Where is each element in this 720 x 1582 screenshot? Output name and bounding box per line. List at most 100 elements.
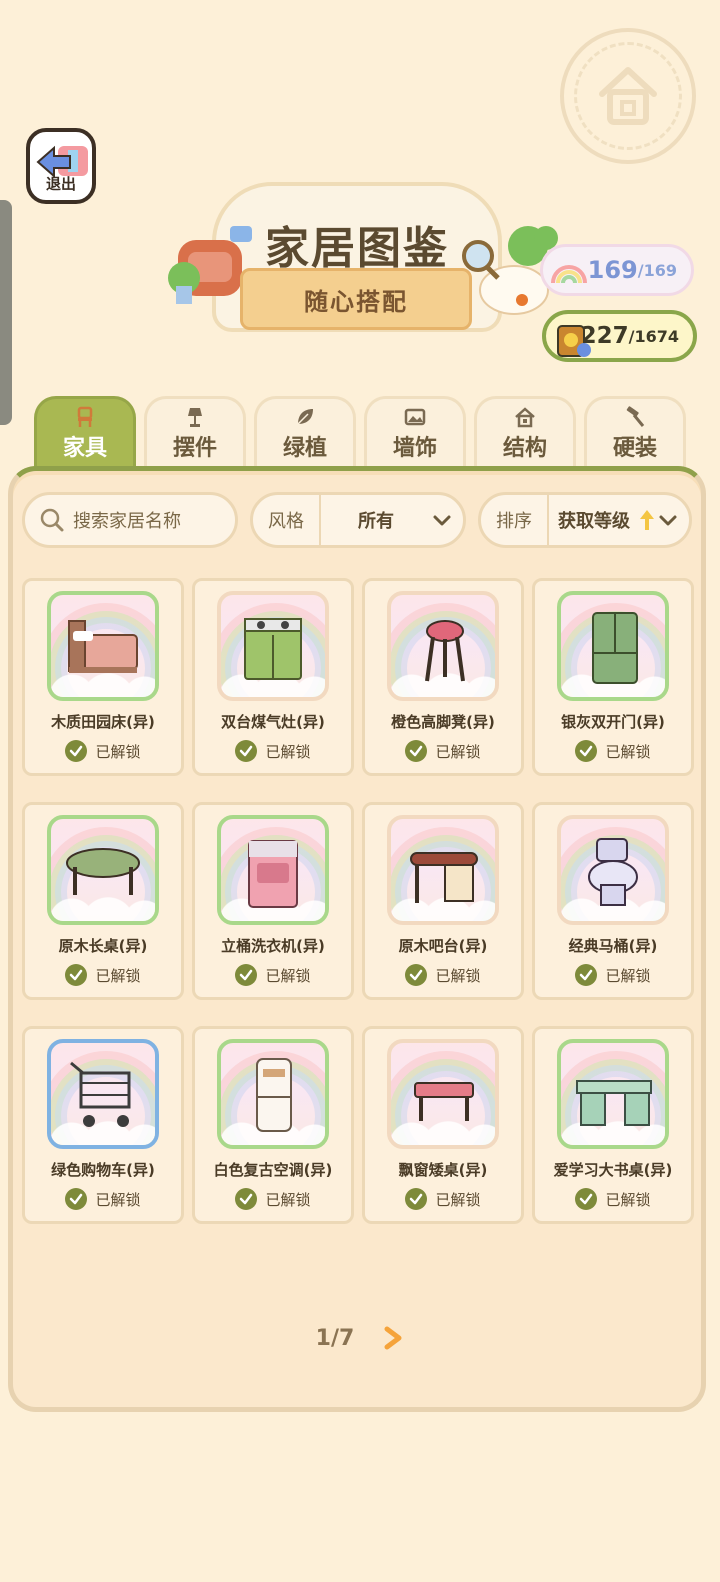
unlock-status: 已解锁 [65,740,141,762]
sort-dropdown[interactable]: 排序 获取等级 [478,492,692,548]
stool-icon [425,620,465,682]
low-table-icon [414,1082,474,1121]
category-tabs: 家具 摆件 绿植 墙饰 结构 硬装 [34,396,686,468]
status-text: 已解锁 [265,966,311,985]
unlock-status: 已解锁 [575,964,651,986]
item-thumbnail [557,815,669,925]
search-input[interactable]: 搜索家居名称 [22,492,238,548]
side-edge-handle[interactable] [0,200,12,425]
tab-plants[interactable]: 绿植 [254,396,356,468]
page-title: 家居图鉴 [265,223,449,274]
furniture-card[interactable]: 白色复古空调(异) 已解锁 [192,1026,354,1224]
status-text: 已解锁 [605,1190,651,1209]
item-name: 银灰双开门(异) [561,713,665,731]
cart-icon [70,1061,131,1127]
search-icon [40,508,64,532]
check-icon [235,964,258,986]
item-thumbnail [217,1039,329,1149]
style-value: 所有 [358,511,394,532]
unlock-status: 已解锁 [65,1188,141,1210]
item-name: 立桶洗衣机(异) [221,937,325,955]
unlock-status: 已解锁 [405,964,481,986]
subtitle-ribbon: 随心搭配 [240,268,472,330]
furniture-card[interactable]: 绿色购物车(异) 已解锁 [22,1026,184,1224]
tab-label: 结构 [502,435,547,461]
sort-ascending-icon [640,510,654,530]
item-name: 原木长桌(异) [58,937,148,955]
status-text: 已解锁 [95,1190,141,1209]
exit-button[interactable]: 退出 [26,128,96,204]
furniture-card[interactable]: 原木长桌(异) 已解锁 [22,802,184,1000]
item-name: 经典马桶(异) [568,937,658,955]
item-thumbnail [47,815,159,925]
unlock-status: 已解锁 [575,740,651,762]
next-page-arrow-icon[interactable] [382,1326,404,1350]
filter-bar: 搜索家居名称 风格 所有 排序 获取等级 [22,490,694,550]
bar-counter-icon [410,852,478,903]
item-thumbnail [47,1039,159,1149]
book-coin-icon [557,325,591,357]
lamp-icon [188,407,202,427]
tab-label: 绿植 [282,435,327,461]
item-thumbnail [387,1039,499,1149]
sort-value: 获取等级 [558,511,630,532]
furniture-card[interactable]: 橙色高脚凳(异) 已解锁 [362,578,524,776]
item-thumbnail [217,591,329,701]
status-text: 已解锁 [95,966,141,985]
stove-icon [244,618,302,680]
style-label: 风格 [253,495,321,545]
tab-furniture[interactable]: 家具 [34,396,136,468]
item-name: 爱学习大书桌(异) [553,1161,673,1179]
furniture-card[interactable]: 爱学习大书桌(异) 已解锁 [532,1026,694,1224]
tab-ornaments[interactable]: 摆件 [144,396,246,468]
item-thumbnail [217,815,329,925]
hammer-icon [626,405,645,427]
unlock-status: 已解锁 [575,1188,651,1210]
check-icon [235,1188,258,1210]
furniture-card[interactable]: 银灰双开门(异) 已解锁 [532,578,694,776]
tab-hardware[interactable]: 硬装 [584,396,686,468]
tab-wall-decor[interactable]: 墙饰 [364,396,466,468]
check-icon [65,1188,88,1210]
leaf-icon [297,408,313,425]
furniture-card[interactable]: 双台煤气灶(异) 已解锁 [192,578,354,776]
tab-label: 硬装 [612,435,657,461]
rainbow-icon [551,265,587,284]
chevron-down-icon [659,515,677,526]
status-text: 已解锁 [95,742,141,761]
chevron-down-icon [433,515,451,526]
style-dropdown[interactable]: 风格 所有 [250,492,466,548]
furniture-card[interactable]: 木质田园床(异) 已解锁 [22,578,184,776]
check-icon [65,740,88,762]
furniture-card[interactable]: 立桶洗衣机(异) 已解锁 [192,802,354,1000]
item-name: 双台煤气灶(异) [221,713,325,731]
item-name: 橙色高脚凳(异) [391,713,495,731]
pagination: 1/7 [0,1320,720,1356]
item-name: 原木吧台(异) [398,937,488,955]
item-thumbnail [557,1039,669,1149]
item-name: 飘窗矮桌(异) [398,1161,488,1179]
energy-max: /169 [637,260,677,280]
check-icon [65,964,88,986]
item-name: 木质田园床(异) [51,713,155,731]
item-thumbnail [387,815,499,925]
check-icon [405,1188,428,1210]
status-text: 已解锁 [265,1190,311,1209]
table-icon [66,848,140,895]
furniture-card[interactable]: 经典马桶(异) 已解锁 [532,802,694,1000]
check-icon [235,740,258,762]
status-text: 已解锁 [265,742,311,761]
check-icon [575,1188,598,1210]
furniture-card[interactable]: 原木吧台(异) 已解锁 [362,802,524,1000]
collection-counter: 1227/1674 [542,310,697,362]
tab-structure[interactable]: 结构 [474,396,576,468]
collection-max: /1674 [628,326,679,346]
bed-icon [68,620,138,673]
check-icon [405,740,428,762]
furniture-card[interactable]: 飘窗矮桌(异) 已解锁 [362,1026,524,1224]
tab-label: 家具 [62,435,107,461]
house-icon [515,406,535,427]
exit-label: 退出 [45,175,76,193]
sort-label: 排序 [481,495,549,545]
item-name: 绿色购物车(异) [51,1161,155,1179]
